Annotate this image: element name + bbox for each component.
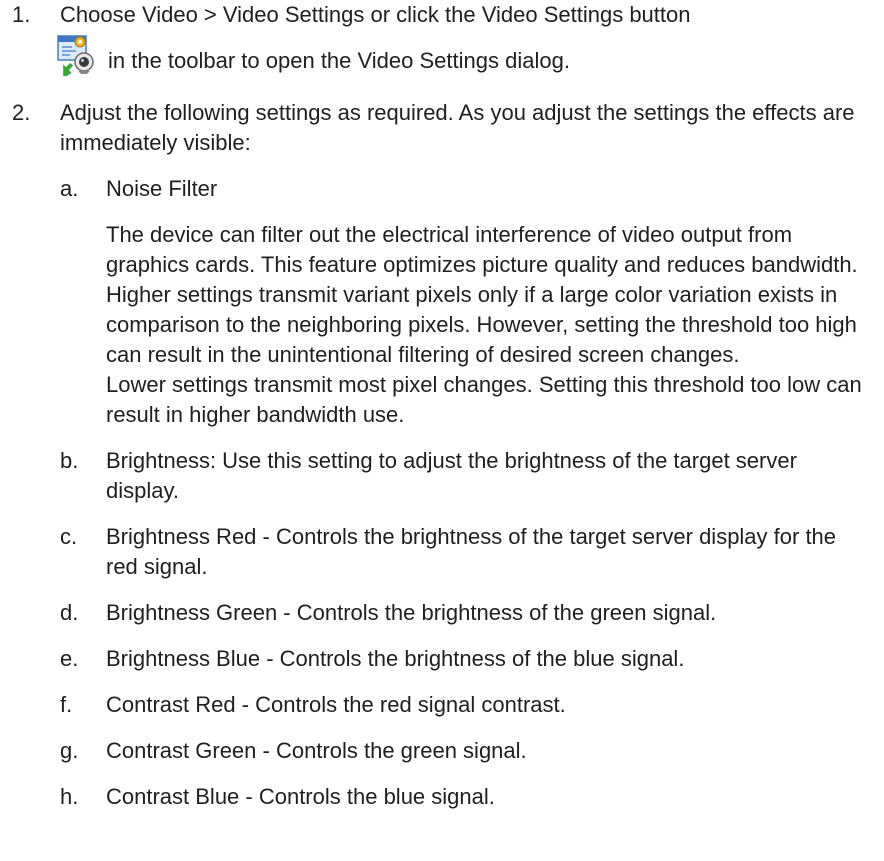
settings-list: a. Noise Filter The device can filter ou… [60,174,864,812]
list-letter: c. [60,524,78,549]
step-number: 2. [12,100,31,125]
video-settings-icon [57,35,94,76]
setting-text: Contrast Red - Controls the red signal c… [106,692,566,717]
step-number: 1. [12,2,31,27]
list-letter: g. [60,738,79,763]
setting-text: Brightness: Use this setting to adjust t… [106,448,797,503]
setting-description: The device can filter out the electrical… [106,222,858,367]
step-2: 2. Adjust the following settings as requ… [12,98,864,812]
setting-text: Brightness Red - Controls the brightness… [106,524,837,579]
setting-noise-filter: a. Noise Filter The device can filter ou… [60,174,864,430]
setting-text: Contrast Blue - Controls the blue signal… [106,784,495,809]
list-letter: h. [60,784,79,809]
setting-text: Contrast Green - Controls the green sign… [106,738,527,763]
step-1-line2: in the toolbar to open the Video Setting… [108,48,570,73]
setting-contrast-red: f. Contrast Red - Controls the red signa… [60,690,864,720]
setting-description-2: Lower settings transmit most pixel chang… [106,372,862,427]
setting-text: Brightness Green - Controls the brightne… [106,600,717,625]
list-letter: f. [60,692,73,717]
setting-brightness-blue: e. Brightness Blue - Controls the bright… [60,644,864,674]
setting-brightness-green: d. Brightness Green - Controls the brigh… [60,598,864,628]
setting-title: Noise Filter [106,176,218,201]
list-letter: d. [60,600,79,625]
setting-contrast-green: g. Contrast Green - Controls the green s… [60,736,864,766]
step-1-line2-row: in the toolbar to open the Video Setting… [57,34,864,76]
list-letter: a. [60,176,79,201]
setting-text: Brightness Blue - Controls the brightnes… [106,646,685,671]
list-letter: e. [60,646,79,671]
step-1: 1. Choose Video > Video Settings or clic… [12,0,864,76]
document-page: 1. Choose Video > Video Settings or clic… [0,0,884,861]
setting-brightness: b. Brightness: Use this setting to adjus… [60,446,864,506]
setting-contrast-blue: h. Contrast Blue - Controls the blue sig… [60,782,864,812]
step-1-line1: Choose Video > Video Settings or click t… [60,2,691,27]
setting-brightness-red: c. Brightness Red - Controls the brightn… [60,522,864,582]
step-2-text: Adjust the following settings as require… [60,100,855,155]
list-letter: b. [60,448,79,473]
